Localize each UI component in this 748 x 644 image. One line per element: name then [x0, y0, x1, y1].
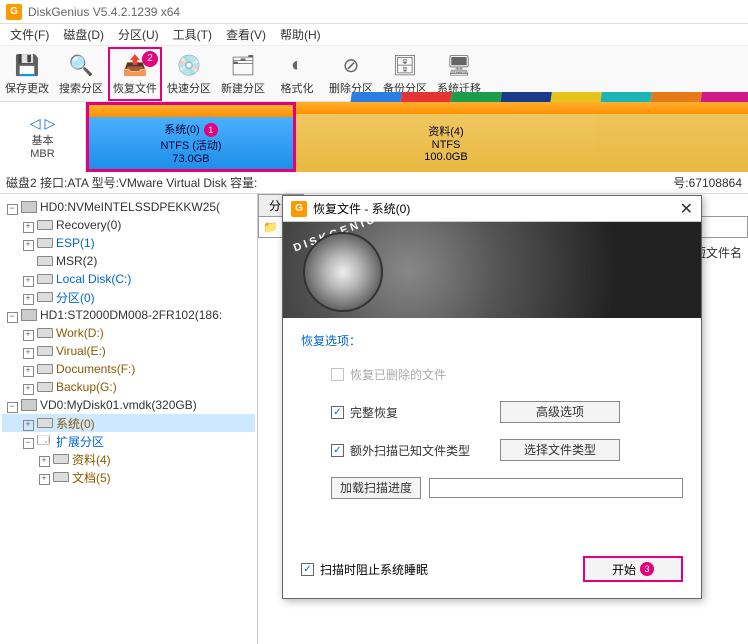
- checkbox-full[interactable]: ✓: [331, 406, 344, 419]
- checkbox-deleted[interactable]: [331, 368, 344, 381]
- partition-icon: [37, 273, 53, 285]
- menu-disk[interactable]: 磁盘(D): [57, 24, 110, 45]
- menu-tools[interactable]: 工具(T): [167, 24, 218, 45]
- search-partition-button[interactable]: 🔍搜索分区: [54, 47, 108, 101]
- partition-icon: [37, 363, 53, 375]
- progress-path-input[interactable]: [429, 478, 683, 498]
- tree-part0[interactable]: 分区(0): [2, 288, 255, 306]
- disc-icon: 💿: [175, 52, 203, 80]
- ext-icon: 🗔: [37, 435, 53, 447]
- step-badge-1: 1: [204, 123, 218, 137]
- partition-icon: [37, 255, 53, 267]
- save-changes-button[interactable]: 💾保存更改: [0, 47, 54, 101]
- nav-arrows-icon[interactable]: ◁ ▷: [30, 115, 55, 132]
- disk-status: 磁盘2 接口:ATA 型号:VMware Virtual Disk 容量: 号:…: [0, 172, 748, 194]
- menubar: 文件(F) 磁盘(D) 分区(U) 工具(T) 查看(V) 帮助(H): [0, 24, 748, 46]
- partition-icon: [37, 417, 53, 429]
- delete-icon: ⊘: [337, 52, 365, 80]
- tree-esp[interactable]: ESP(1): [2, 234, 255, 252]
- partition-strip: 系统(0)1 NTFS (活动) 73.0GB 资料(4) NTFS 100.0…: [86, 102, 748, 172]
- tree-workd[interactable]: Work(D:): [2, 324, 255, 342]
- checkbox-sleep[interactable]: ✓: [301, 563, 314, 576]
- dialog-logo-icon: G: [291, 201, 307, 217]
- tree-hd0[interactable]: HD0:NVMeINTELSSDPEKKW25(: [2, 198, 255, 216]
- partition-rest[interactable]: [596, 102, 748, 172]
- save-icon: 💾: [13, 52, 41, 80]
- partition-icon: [53, 453, 69, 465]
- partition-icon: [37, 237, 53, 249]
- tree-data4[interactable]: 资料(4): [2, 450, 255, 468]
- checkbox-extra[interactable]: ✓: [331, 444, 344, 457]
- step-badge-2: 2: [142, 51, 158, 67]
- disk-tree: HD0:NVMeINTELSSDPEKKW25( Recovery(0) ESP…: [0, 194, 258, 644]
- dialog-banner: DISKGENIUS: [283, 222, 701, 318]
- partition-icon: [37, 291, 53, 303]
- partition-table-label: MBR: [30, 148, 54, 160]
- recover-dialog: G 恢复文件 - 系统(0) ✕ DISKGENIUS 恢复选项： 恢复已删除的…: [282, 195, 702, 599]
- options-header: 恢复选项：: [301, 332, 683, 349]
- partition-system[interactable]: 系统(0)1 NTFS (活动) 73.0GB: [86, 102, 296, 172]
- tree-viruale[interactable]: Virual(E:): [2, 342, 255, 360]
- new-partition-button[interactable]: 🗂新建分区: [216, 47, 270, 101]
- dialog-title: 恢复文件 - 系统(0): [313, 200, 410, 217]
- tree-ext[interactable]: 🗔扩展分区: [2, 432, 255, 450]
- tree-sys0[interactable]: 系统(0): [2, 414, 255, 432]
- disk-icon: [21, 309, 37, 321]
- partition-icon: [53, 471, 69, 483]
- tree-backupg[interactable]: Backup(G:): [2, 378, 255, 396]
- menu-help[interactable]: 帮助(H): [274, 24, 327, 45]
- tree-msr[interactable]: MSR(2): [2, 252, 255, 270]
- folder-icon[interactable]: 📁: [263, 220, 278, 234]
- dialog-footer: ✓ 扫描时阻止系统睡眠 开始 3: [301, 556, 683, 582]
- start-button[interactable]: 开始 3: [583, 556, 683, 582]
- quick-partition-button[interactable]: 💿快速分区: [162, 47, 216, 101]
- tree-hd1[interactable]: HD1:ST2000DM008-2FR102(186:: [2, 306, 255, 324]
- tree-localc[interactable]: Local Disk(C:): [2, 270, 255, 288]
- app-logo-icon: G: [6, 4, 22, 20]
- disk-info-text: 磁盘2 接口:ATA 型号:VMware Virtual Disk 容量:: [6, 174, 257, 191]
- partition-data[interactable]: 资料(4) NTFS 100.0GB: [296, 102, 596, 172]
- label-full: 完整恢复: [350, 404, 500, 421]
- format-icon: ◐: [283, 52, 311, 80]
- filetype-button[interactable]: 选择文件类型: [500, 439, 620, 461]
- label-sleep: 扫描时阻止系统睡眠: [320, 561, 428, 578]
- partition-icon: [37, 327, 53, 339]
- disk-type-label: 基本: [32, 132, 54, 148]
- tree-docsf[interactable]: Documents(F:): [2, 360, 255, 378]
- format-button[interactable]: ◐格式化: [270, 47, 324, 101]
- search-icon: 🔍: [67, 52, 95, 80]
- dialog-body: 恢复选项： 恢复已删除的文件 ✓ 完整恢复 高级选项 ✓ 额外扫描已知文件类型 …: [283, 318, 701, 529]
- disk-icon: [21, 201, 37, 213]
- advanced-button[interactable]: 高级选项: [500, 401, 620, 423]
- partition-icon: [37, 345, 53, 357]
- partition-icon: [37, 219, 53, 231]
- label-extra: 额外扫描已知文件类型: [350, 442, 500, 459]
- window-title: DiskGenius V5.4.2.1239 x64: [28, 5, 180, 19]
- recover-files-button[interactable]: 📤恢复文件2: [108, 47, 162, 101]
- menu-view[interactable]: 查看(V): [220, 24, 272, 45]
- stack-icon: 🗂: [229, 52, 257, 80]
- migrate-icon: 🖥: [445, 52, 473, 80]
- menu-file[interactable]: 文件(F): [4, 24, 55, 45]
- disk-map: ◁ ▷ 基本 MBR 系统(0)1 NTFS (活动) 73.0GB 资料(4)…: [0, 102, 748, 172]
- disk-icon: [21, 399, 37, 411]
- titlebar: G DiskGenius V5.4.2.1239 x64: [0, 0, 748, 24]
- tree-doc5[interactable]: 文档(5): [2, 468, 255, 486]
- tree-vd0[interactable]: VD0:MyDisk01.vmdk(320GB): [2, 396, 255, 414]
- tree-recovery[interactable]: Recovery(0): [2, 216, 255, 234]
- dialog-titlebar: G 恢复文件 - 系统(0) ✕: [283, 196, 701, 222]
- step-badge-3: 3: [640, 562, 654, 576]
- load-progress-button[interactable]: 加载扫描进度: [331, 477, 421, 499]
- label-deleted: 恢复已删除的文件: [350, 366, 500, 383]
- close-button[interactable]: ✕: [680, 199, 693, 219]
- disk-info-right: 号:67108864: [673, 174, 742, 191]
- backup-icon: 🗄: [391, 52, 419, 80]
- menu-partition[interactable]: 分区(U): [112, 24, 165, 45]
- disk-nav: ◁ ▷ 基本 MBR: [0, 102, 86, 172]
- toolbar: 💾保存更改 🔍搜索分区 📤恢复文件2 💿快速分区 🗂新建分区 ◐格式化 ⊘删除分…: [0, 46, 748, 102]
- partition-icon: [37, 381, 53, 393]
